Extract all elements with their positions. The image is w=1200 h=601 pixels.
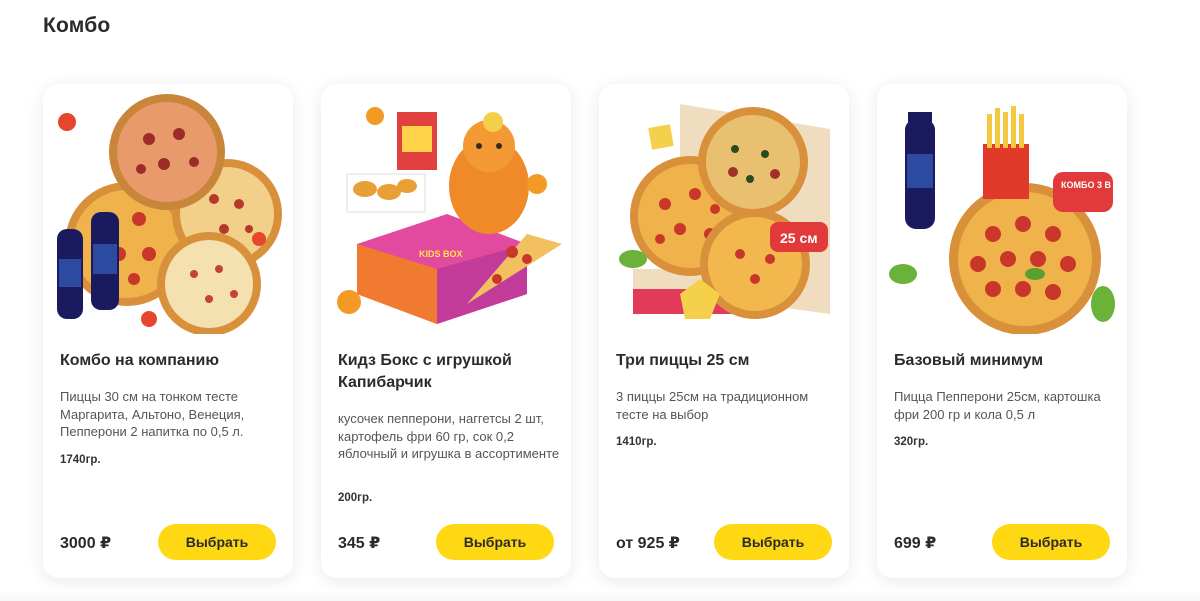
product-price: от 925 ₽ bbox=[616, 535, 680, 552]
kids-box-badge: KIDS BOX bbox=[419, 249, 463, 259]
select-button[interactable]: Выбрать bbox=[158, 524, 276, 560]
section-title: Комбо bbox=[43, 14, 111, 37]
select-button[interactable]: Выбрать bbox=[436, 524, 554, 560]
product-description: 3 пиццы 25см на традиционном тесте на вы… bbox=[616, 389, 809, 422]
product-weight: 200гр. bbox=[338, 492, 373, 504]
product-title: Комбо на компанию bbox=[60, 352, 219, 369]
size-badge: 25 см bbox=[780, 230, 818, 246]
product-weight: 1410гр. bbox=[616, 436, 657, 448]
product-description: Пицца Пепперони 25см, картошка фри 200 г… bbox=[894, 389, 1101, 422]
product-card-basic-minimum[interactable]: КОМБО 3 В 1 Базовый минимум Пицца Пеппер… bbox=[877, 84, 1127, 578]
product-card-combo-company[interactable]: Комбо на компанию Пиццы 30 см на тонком … bbox=[43, 84, 293, 578]
product-weight: 320гр. bbox=[894, 436, 929, 448]
product-title: Кидз Бокс с игрушкой Капибарчик bbox=[338, 352, 512, 391]
four-pizzas-and-cola-image[interactable] bbox=[49, 94, 287, 334]
product-grid: Комбо на компанию Пиццы 30 см на тонком … bbox=[43, 84, 1143, 578]
product-card-kids-box[interactable]: KIDS BOX Кидз Бокс с игрушкой Капибарчик… bbox=[321, 84, 571, 578]
select-button[interactable]: Выбрать bbox=[714, 524, 832, 560]
product-card-three-pizzas[interactable]: 25 см Три пиццы 25 см 3 пиццы 25см на тр… bbox=[599, 84, 849, 578]
product-price: 3000 ₽ bbox=[60, 535, 112, 552]
three-pizzas-box-image[interactable]: 25 см bbox=[605, 94, 843, 334]
product-description: Пиццы 30 см на тонком тесте Маргарита, А… bbox=[60, 389, 245, 439]
product-price: 699 ₽ bbox=[894, 535, 937, 552]
combo-badge: КОМБО 3 В 1 bbox=[1061, 180, 1118, 190]
product-title: Базовый минимум bbox=[894, 352, 1044, 369]
select-button[interactable]: Выбрать bbox=[992, 524, 1110, 560]
kids-box-capybara-image[interactable]: KIDS BOX bbox=[327, 94, 565, 334]
pepperoni-fries-cola-image[interactable]: КОМБО 3 В 1 bbox=[883, 94, 1121, 334]
product-weight: 1740гр. bbox=[60, 454, 101, 466]
product-description: кусочек пепперони, наггетсы 2 шт, картоф… bbox=[338, 411, 560, 461]
bottom-fade bbox=[0, 590, 1200, 601]
product-price: 345 ₽ bbox=[338, 535, 381, 552]
product-title: Три пиццы 25 см bbox=[616, 352, 750, 369]
